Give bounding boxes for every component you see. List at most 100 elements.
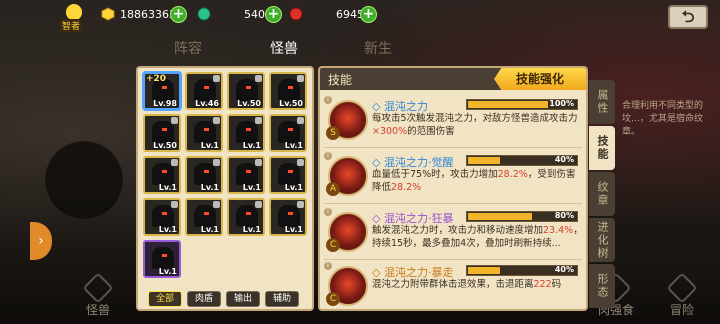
- monster-eye: [204, 86, 209, 89]
- monster-list-panel: +20 Lv.98 Lv.46 Lv.50 Lv.50 Lv.50 Lv.1 Lv.1 Lv.1…: [136, 66, 314, 311]
- back-button[interactable]: ⮌: [668, 5, 708, 29]
- filter-all[interactable]: 全部: [148, 291, 182, 307]
- monster-portrait: [152, 121, 174, 143]
- monster-eye: [246, 128, 251, 131]
- filter-bar: 全部 肉盾 输出 辅助: [148, 291, 299, 307]
- skill-rank-badge: A: [326, 182, 340, 196]
- monster-level: Lv.1: [158, 183, 177, 192]
- info-icon[interactable]: i: [324, 96, 332, 104]
- monster-eye: [204, 212, 209, 215]
- add-gold-button[interactable]: +: [170, 6, 187, 23]
- monster-card[interactable]: Lv.50: [143, 114, 181, 152]
- monster-eye: [246, 212, 251, 215]
- skill-progress-text: 40%: [554, 155, 574, 164]
- tab-newborn[interactable]: 新生: [338, 36, 418, 62]
- monster-portrait: [278, 121, 300, 143]
- skill-header-title: 技能: [328, 73, 353, 87]
- skill-panel: 技能 技能强化 i S ◇ 混沌之力 100% 每攻击5次触发混沌之力，对敌方怪…: [318, 66, 588, 311]
- monster-portrait: [236, 79, 258, 101]
- skill-progress-bar: 100%: [466, 99, 578, 110]
- divider: [324, 203, 582, 204]
- monster-card[interactable]: Lv.1: [143, 198, 181, 236]
- monster-level: Lv.1: [242, 225, 261, 234]
- skill-progress-bar: 40%: [466, 155, 578, 166]
- filter-dps[interactable]: 输出: [226, 291, 260, 307]
- monster-eye: [162, 86, 167, 89]
- monster-portrait: [194, 205, 216, 227]
- monster-level: Lv.1: [242, 141, 261, 150]
- skill-progress-text: 100%: [549, 99, 574, 108]
- monster-card[interactable]: +20 Lv.98: [143, 72, 181, 110]
- skill-progress-fill: [468, 101, 548, 108]
- skill-row[interactable]: i C ◇ 混沌之力·狂暴 80% 触发混沌之力时，攻击力和移动速度增加23.4…: [324, 208, 586, 260]
- monster-card[interactable]: Lv.1: [185, 198, 223, 236]
- monster-card[interactable]: Lv.1: [227, 198, 265, 236]
- info-icon[interactable]: i: [324, 262, 332, 270]
- gold-coin-icon: [101, 7, 115, 21]
- right-hint-text: 合理利用不同类型的坟…，尤其是宿命纹章。: [622, 101, 704, 137]
- skill-progress-fill: [468, 213, 532, 220]
- filter-support[interactable]: 辅助: [265, 291, 299, 307]
- monster-portrait: [278, 79, 300, 101]
- monster-portrait: [194, 163, 216, 185]
- green-currency-amount: 540: [244, 8, 265, 21]
- monster-eye: [288, 86, 293, 89]
- monster-level: Lv.1: [200, 225, 219, 234]
- tab-monster[interactable]: 怪兽: [244, 36, 324, 62]
- monster-card[interactable]: Lv.46: [185, 72, 223, 110]
- lock-icon: [255, 117, 262, 124]
- monster-card[interactable]: Lv.1: [143, 156, 181, 194]
- nav-monster[interactable]: 怪兽: [82, 272, 114, 318]
- monster-eye: [162, 128, 167, 131]
- smart-badge[interactable]: 智者: [60, 4, 86, 32]
- skill-progress-bar: 40%: [466, 265, 578, 276]
- monster-card[interactable]: Lv.1: [227, 114, 265, 152]
- background-silhouette: [0, 110, 140, 250]
- tab-forms[interactable]: 形态: [589, 264, 615, 308]
- monster-card[interactable]: Lv.1: [227, 156, 265, 194]
- monster-level: Lv.1: [284, 225, 303, 234]
- monster-card[interactable]: Lv.50: [269, 72, 307, 110]
- lock-icon: [213, 201, 220, 208]
- monster-card[interactable]: Lv.1: [269, 156, 307, 194]
- monster-portrait: [236, 121, 258, 143]
- monster-card[interactable]: Lv.1: [185, 156, 223, 194]
- filter-tank[interactable]: 肉盾: [187, 291, 221, 307]
- info-icon[interactable]: i: [324, 152, 332, 160]
- add-red-button[interactable]: +: [360, 6, 377, 23]
- skill-row[interactable]: i C ◇ 混沌之力·暴走 40% 混沌之力附带群体击退效果，击退距离222码: [324, 262, 586, 309]
- divider: [324, 259, 582, 260]
- monster-card[interactable]: Lv.1: [143, 240, 181, 278]
- skill-progress-fill: [468, 267, 500, 274]
- monster-grid: +20 Lv.98 Lv.46 Lv.50 Lv.50 Lv.50 Lv.1 Lv.1 Lv.1…: [143, 72, 313, 278]
- tab-emblems[interactable]: 纹章: [589, 172, 615, 216]
- monster-level: Lv.50: [153, 141, 177, 150]
- lock-icon: [213, 117, 220, 124]
- monster-portrait: [194, 121, 216, 143]
- add-green-button[interactable]: +: [265, 6, 282, 23]
- nav-adventure[interactable]: 冒险: [666, 272, 698, 318]
- monster-plus-badge: +20: [146, 74, 167, 84]
- skill-description: 每攻击5次触发混沌之力，对敌方怪兽造成攻击力×300%的范围伤害: [372, 113, 578, 137]
- tab-lineup[interactable]: 阵容: [148, 36, 228, 62]
- skill-row[interactable]: i A ◇ 混沌之力·觉醒 40% 血量低于75%时，攻击力增加28.2%，受到…: [324, 152, 586, 204]
- skill-enhance-button[interactable]: 技能强化: [494, 68, 586, 90]
- monster-eye: [288, 128, 293, 131]
- green-gem-icon: [197, 7, 211, 21]
- monster-portrait: [152, 247, 174, 269]
- tab-attributes[interactable]: 属性: [589, 80, 615, 124]
- info-icon[interactable]: i: [324, 208, 332, 216]
- monster-card[interactable]: Lv.1: [269, 114, 307, 152]
- lock-icon: [171, 201, 178, 208]
- skill-progress-bar: 80%: [466, 211, 578, 222]
- monster-portrait: [278, 205, 300, 227]
- monster-card[interactable]: Lv.1: [185, 114, 223, 152]
- monster-card[interactable]: Lv.1: [269, 198, 307, 236]
- tab-skills[interactable]: 技能: [589, 126, 615, 170]
- monster-card[interactable]: Lv.50: [227, 72, 265, 110]
- skill-row[interactable]: i S ◇ 混沌之力 100% 每攻击5次触发混沌之力，对敌方怪兽造成攻击力×3…: [324, 96, 586, 148]
- skill-description: 触发混沌之力时，攻击力和移动速度增加23.4%，持续15秒，最多叠加4次，叠加时…: [372, 225, 583, 249]
- lock-icon: [297, 75, 304, 82]
- tab-evolution-tree[interactable]: 进化树: [589, 218, 615, 262]
- monster-level: Lv.1: [158, 267, 177, 276]
